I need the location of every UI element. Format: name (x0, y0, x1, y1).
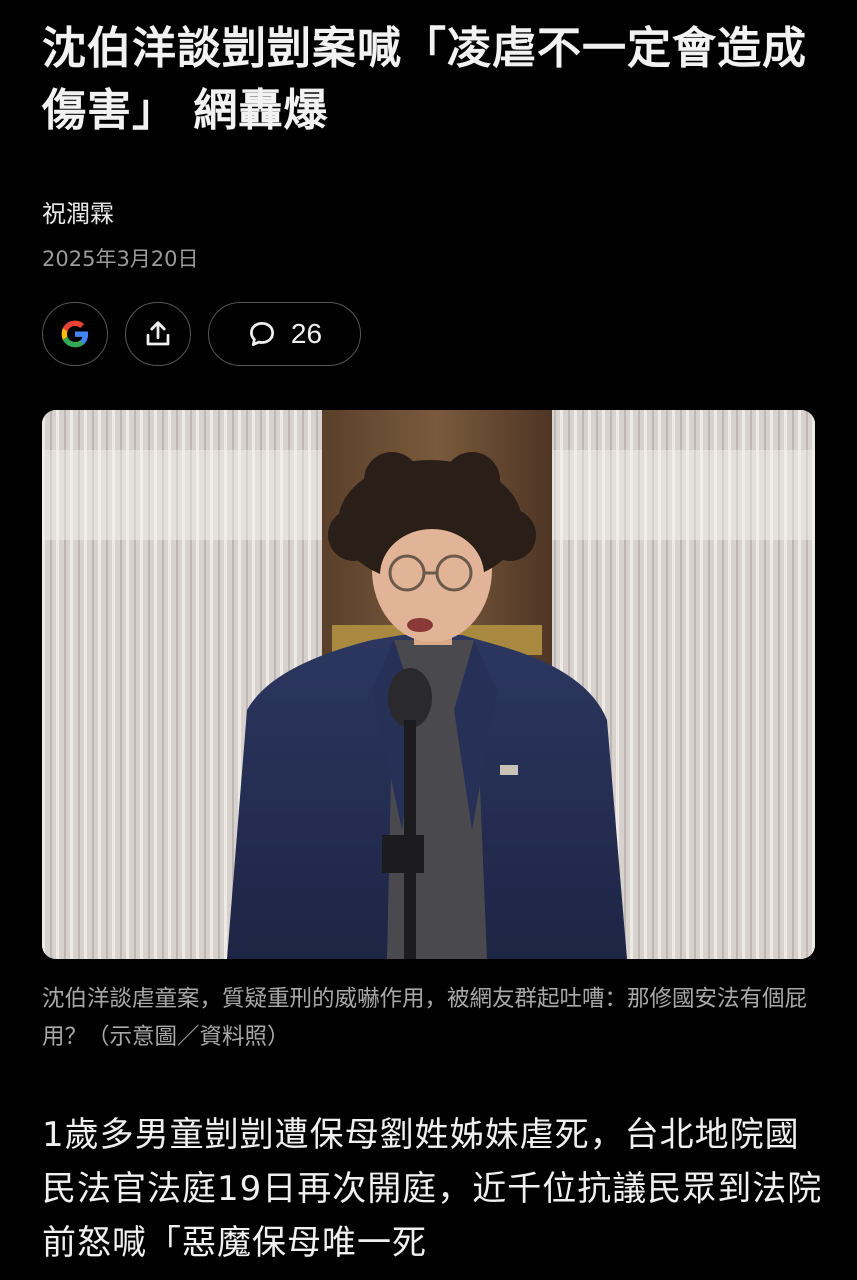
comment-bubble-icon (249, 322, 274, 346)
speaker-photo (42, 410, 815, 959)
article-paragraph: 1歲多男童剴剴遭保母劉姓姊妹虐死，台北地院國民法官法庭19日再次開庭，近千位抗議… (42, 1115, 823, 1263)
comment-count: 26 (290, 318, 323, 349)
publish-date: 2025年3月20日 (42, 247, 199, 271)
google-button[interactable] (42, 302, 108, 366)
share-icon (146, 321, 170, 346)
share-button[interactable] (125, 302, 191, 366)
article-photo[interactable] (42, 410, 815, 959)
google-icon (61, 320, 89, 348)
author-name[interactable]: 祝潤霖 (42, 198, 114, 230)
comments-button[interactable]: 26 (208, 302, 361, 366)
article-title: 沈伯洋談剴剴案喊「凌虐不一定會造成傷害」 網轟爆 (42, 23, 807, 136)
photo-caption: 沈伯洋談虐童案，質疑重刑的威嚇作用，被網友群起吐嘈：那修國安法有個屁用？（示意圖… (42, 986, 808, 1050)
